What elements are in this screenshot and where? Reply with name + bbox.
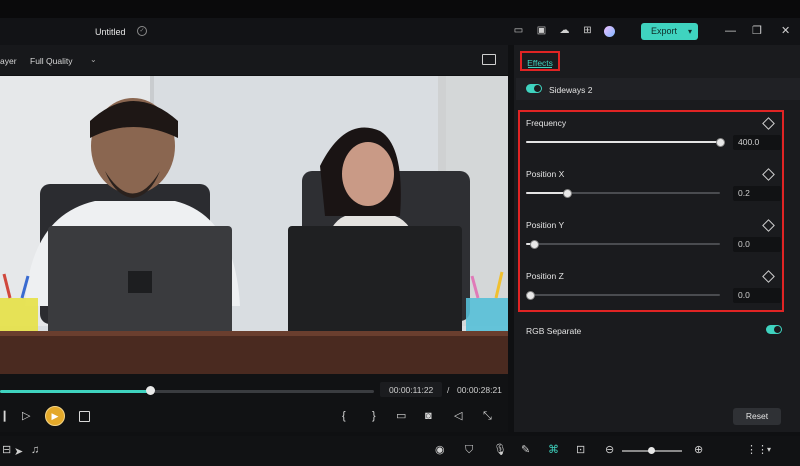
position-x-slider-fill [526, 192, 567, 194]
minimize-icon[interactable]: — [725, 26, 736, 37]
video-preview[interactable] [0, 76, 508, 374]
position-x-value-field[interactable]: 0.2 [733, 186, 781, 201]
grid-handle-icon[interactable]: ⋮⋮ [746, 444, 768, 456]
position-z-slider-knob[interactable] [525, 291, 535, 300]
audio-adjust-icon[interactable]: ♫ [31, 444, 39, 456]
toggle-knob [534, 85, 541, 92]
tab-effects[interactable]: Effects [520, 51, 560, 71]
caption-icon[interactable]: ⊡ [576, 444, 585, 456]
param-label-position-x: Position X [526, 169, 565, 179]
split-icon[interactable]: ⊟ [2, 444, 11, 456]
zoom-slider-knob[interactable] [648, 447, 655, 454]
frequency-slider-knob[interactable] [716, 138, 725, 147]
reset-button[interactable]: Reset [733, 408, 781, 425]
mark-out-icon[interactable]: } [372, 410, 376, 422]
progress-fill [0, 390, 150, 393]
shield-icon[interactable]: ⛉ [465, 444, 473, 456]
step-back-icon[interactable]: ❙ [0, 410, 9, 422]
quality-select[interactable]: Full Quality [30, 56, 73, 66]
chevron-down-icon[interactable]: ⌄ [90, 55, 97, 64]
apps-grid-icon[interactable]: ⊞ [582, 26, 593, 36]
current-time: 00:00:11:22 [389, 385, 434, 395]
snapshot-image-icon[interactable] [482, 54, 496, 65]
position-z-value-field[interactable]: 0.0 [733, 288, 781, 303]
text-edit-icon[interactable]: ✎ [521, 444, 530, 456]
microphone-icon[interactable]: 🎙 [493, 444, 507, 456]
os-top-strip [0, 0, 800, 18]
param-label-position-z: Position Z [526, 271, 564, 281]
effect-name: Sideways 2 [549, 85, 593, 95]
position-y-slider-knob[interactable] [529, 240, 539, 249]
chevron-down-icon[interactable]: ▾ [767, 444, 771, 456]
toggle-knob [774, 326, 781, 333]
step-forward-icon[interactable]: ▷ [22, 410, 30, 422]
frequency-value-field[interactable]: 400.0 [733, 135, 781, 150]
stop-icon[interactable] [79, 411, 90, 422]
position-x-slider-knob[interactable] [562, 189, 572, 198]
snap-magnet-icon[interactable]: ⌘ [548, 444, 559, 456]
player-header [0, 45, 508, 75]
mouse-cursor-icon: ➤ [14, 446, 24, 458]
fullscreen-icon[interactable]: ⤡ [483, 410, 492, 422]
project-title[interactable]: Untitled [95, 27, 126, 37]
frequency-slider-fill [526, 141, 720, 143]
position-y-value-field[interactable]: 0.0 [733, 237, 781, 252]
param-label-frequency: Frequency [526, 118, 567, 128]
rgb-separate-label: RGB Separate [526, 326, 582, 336]
layout-icon[interactable]: ▭ [513, 26, 524, 36]
render-play-icon[interactable]: ◉ [435, 444, 445, 456]
chevron-down-icon: ▾ [687, 27, 692, 36]
close-icon[interactable]: ✕ [781, 26, 790, 37]
position-y-slider-track[interactable] [526, 243, 720, 245]
mark-in-icon[interactable]: { [342, 410, 346, 422]
export-button[interactable]: Export ▾ [641, 23, 698, 40]
avatar[interactable] [604, 26, 615, 37]
time-separator: / [447, 385, 450, 395]
snapshot-icon[interactable]: ◙ [425, 410, 432, 422]
param-label-position-y: Position Y [526, 220, 565, 230]
zoom-in-icon[interactable]: ⊕ [694, 444, 703, 456]
progress-knob[interactable] [145, 386, 155, 395]
export-label: Export [651, 26, 678, 36]
effect-enable-toggle[interactable] [526, 84, 542, 93]
play-icon[interactable]: ▶ [45, 406, 65, 426]
video-frame [0, 76, 508, 374]
tab-active-underline [528, 67, 552, 68]
player-label[interactable]: ayer [0, 56, 17, 66]
display-icon[interactable]: ▭ [396, 410, 406, 422]
position-z-slider-track[interactable] [526, 294, 720, 296]
rgb-separate-toggle[interactable] [766, 325, 782, 334]
total-time: 00:00:28:21 [457, 385, 502, 395]
zoom-out-icon[interactable]: ⊖ [605, 444, 614, 456]
cloud-upload-icon[interactable]: ☁ [559, 26, 570, 36]
restore-icon[interactable]: ❐ [752, 26, 762, 37]
saved-check-icon: ✓ [137, 26, 147, 36]
save-icon[interactable]: ▣ [536, 26, 547, 36]
volume-icon[interactable]: ◁ [454, 410, 462, 422]
